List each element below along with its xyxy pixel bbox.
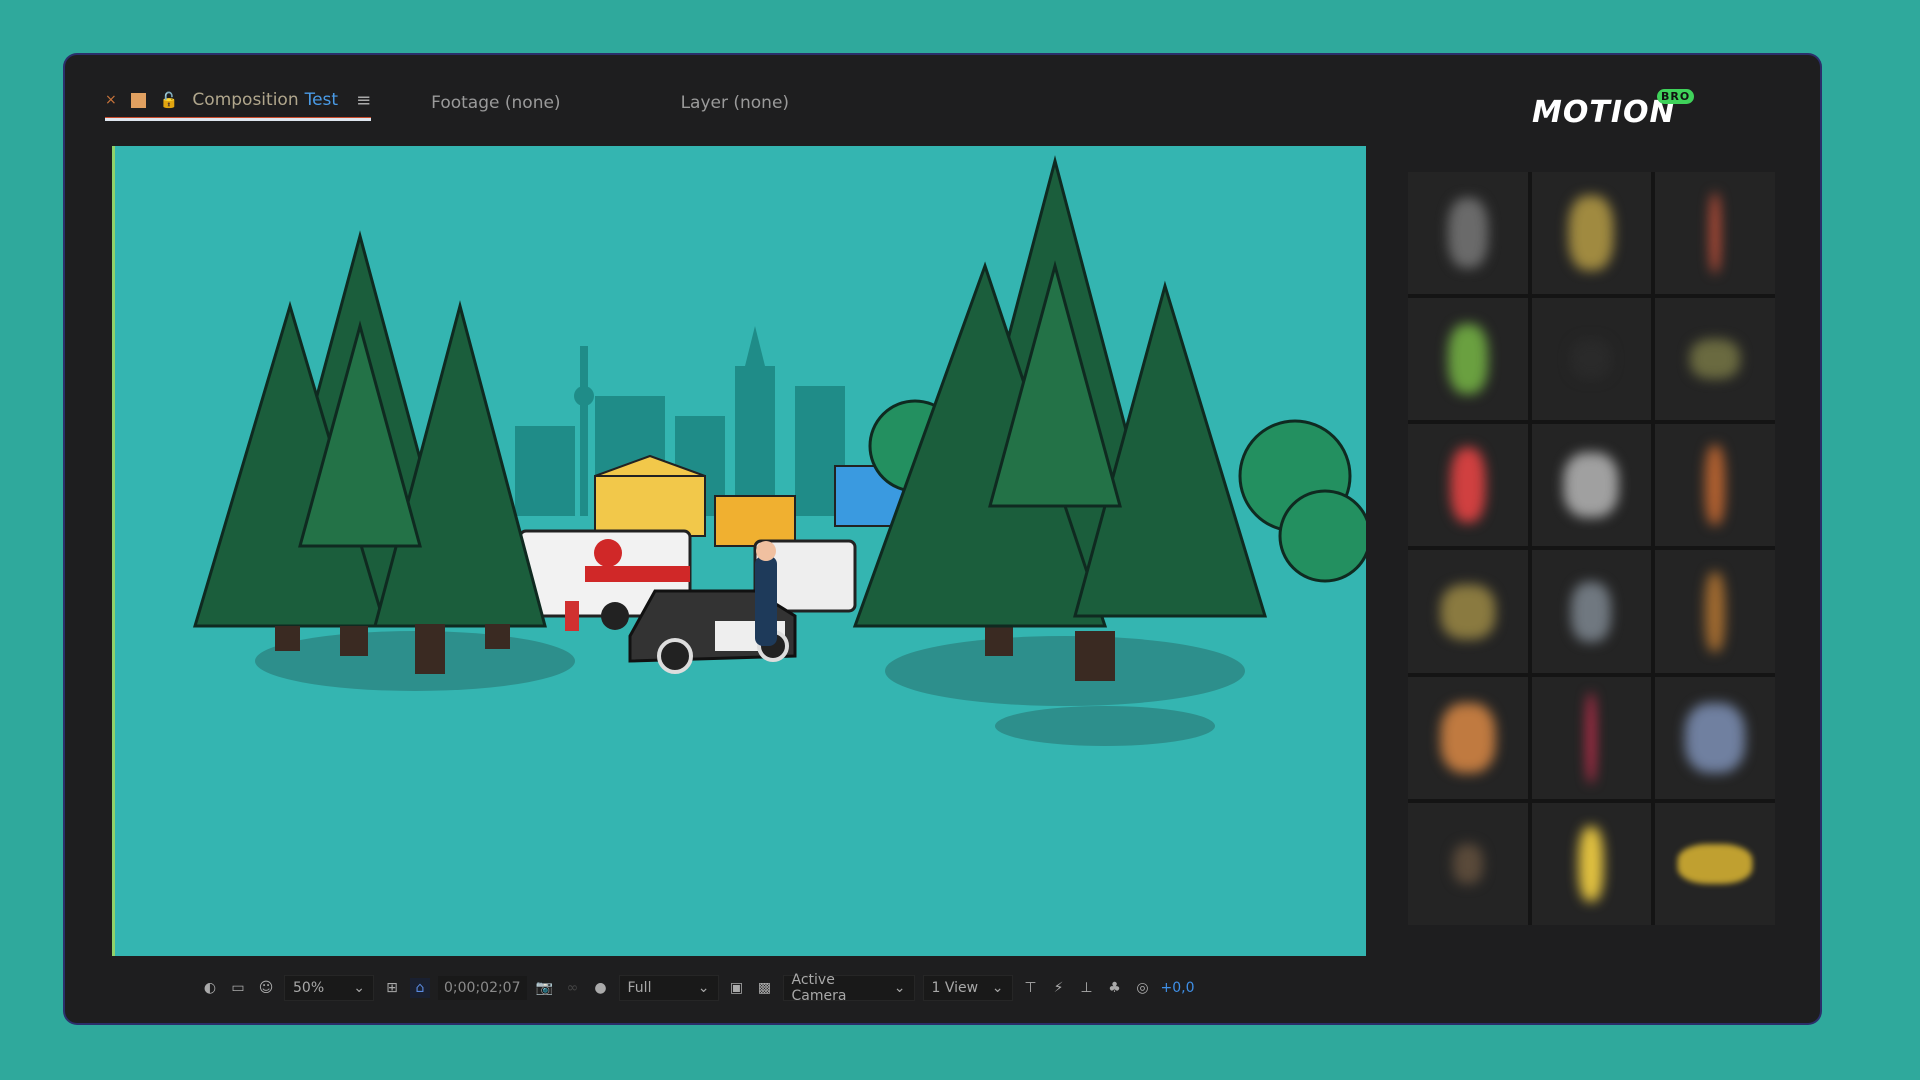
snapshot-camera-icon[interactable]: 📷 bbox=[535, 978, 555, 998]
mask-visibility-icon[interactable]: ☺ bbox=[256, 978, 276, 998]
tab-layer[interactable]: Layer (none) bbox=[681, 93, 789, 113]
view-layout-dropdown[interactable]: 1 View ⌄ bbox=[922, 975, 1013, 1001]
composition-name: Test bbox=[304, 90, 339, 110]
flowchart-icon[interactable]: ♣ bbox=[1105, 978, 1125, 998]
chevron-down-icon: ⌄ bbox=[697, 980, 710, 996]
tab-footage[interactable]: Footage (none) bbox=[431, 93, 560, 113]
thumbnail[interactable] bbox=[1655, 298, 1775, 421]
region-of-interest-icon[interactable]: ⌂ bbox=[410, 978, 430, 998]
thumbnail[interactable] bbox=[1531, 550, 1652, 673]
thumbnail[interactable] bbox=[1531, 802, 1652, 925]
thumbnail[interactable] bbox=[1408, 550, 1528, 673]
tab-composition[interactable]: × 🔓 Composition Test ≡ bbox=[105, 90, 372, 121]
reset-exposure-icon[interactable]: ◎ bbox=[1133, 978, 1153, 998]
panel-tabs: × 🔓 Composition Test ≡ Footage (none) La… bbox=[105, 83, 789, 123]
camera-value: Active Camera bbox=[791, 972, 847, 1004]
magnification-dropdown[interactable]: 50% ⌄ bbox=[284, 975, 374, 1001]
camera-dropdown[interactable]: Active Camera ⌄ bbox=[782, 972, 915, 1004]
composition-viewer[interactable] bbox=[112, 146, 1366, 956]
thumbnail[interactable] bbox=[1655, 424, 1775, 547]
illustration bbox=[192, 155, 1366, 746]
zoom-value: 50% bbox=[293, 980, 325, 996]
composition-color-icon bbox=[130, 92, 146, 108]
color-channels-icon[interactable]: ● bbox=[591, 978, 611, 998]
viewer-toolbar: ◐ ▭ ☺ 50% ⌄ ⊞ ⌂ 0;00;02;07 📷 ∞ ● Full ⌄ ▣ … bbox=[200, 972, 1195, 1004]
thumbnail[interactable] bbox=[1408, 424, 1528, 547]
current-time[interactable]: 0;00;02;07 bbox=[438, 976, 527, 1000]
lock-icon[interactable]: 🔓 bbox=[160, 91, 179, 109]
exposure-value[interactable]: +0,0 bbox=[1161, 980, 1195, 996]
motion-bro-logo: MOTION BRO bbox=[1532, 89, 1695, 130]
toggle-pixel-aspect-icon[interactable]: ⊤ bbox=[1021, 978, 1041, 998]
grid-guides-icon[interactable]: ⊞ bbox=[382, 978, 402, 998]
views-value: 1 View bbox=[931, 980, 979, 996]
thumbnail[interactable] bbox=[1531, 424, 1652, 547]
trees-right bbox=[852, 155, 1268, 628]
thumbnail[interactable] bbox=[1531, 676, 1652, 799]
thumbnail[interactable] bbox=[1655, 550, 1775, 673]
resolution-value: Full bbox=[627, 980, 652, 996]
thumbnail[interactable] bbox=[1531, 298, 1652, 421]
chevron-down-icon: ⌄ bbox=[893, 980, 906, 996]
monitor-icon[interactable]: ▭ bbox=[228, 978, 248, 998]
thumbnail[interactable] bbox=[1408, 172, 1528, 295]
thumbnail[interactable] bbox=[1408, 802, 1528, 925]
thumbnail[interactable] bbox=[1655, 802, 1775, 925]
hydrant bbox=[565, 601, 579, 631]
composition-window: × 🔓 Composition Test ≡ Footage (none) La… bbox=[65, 55, 1820, 1023]
fast-previews-icon[interactable]: ▣ bbox=[727, 978, 747, 998]
thumbnail[interactable] bbox=[1655, 172, 1775, 295]
thumbnail[interactable] bbox=[1408, 676, 1528, 799]
thumbnail[interactable] bbox=[1531, 172, 1652, 295]
always-preview-icon[interactable]: ◐ bbox=[200, 978, 220, 998]
timeline-icon[interactable]: ⊥ bbox=[1077, 978, 1097, 998]
show-snapshot-icon[interactable]: ∞ bbox=[563, 978, 583, 998]
fast-preview-icon[interactable]: ⚡ bbox=[1049, 978, 1069, 998]
chevron-down-icon: ⌄ bbox=[991, 980, 1004, 996]
trees-left bbox=[192, 230, 547, 628]
tab-label: Composition bbox=[192, 90, 299, 110]
thumbnail[interactable] bbox=[1655, 676, 1775, 799]
effects-thumbnail-grid bbox=[1408, 172, 1775, 925]
resolution-dropdown[interactable]: Full ⌄ bbox=[618, 975, 719, 1001]
transparency-grid-icon[interactable]: ▩ bbox=[755, 978, 775, 998]
menu-icon[interactable]: ≡ bbox=[356, 90, 371, 111]
close-icon[interactable]: × bbox=[105, 92, 117, 108]
thumbnail[interactable] bbox=[1408, 298, 1528, 421]
chevron-down-icon: ⌄ bbox=[353, 980, 365, 996]
